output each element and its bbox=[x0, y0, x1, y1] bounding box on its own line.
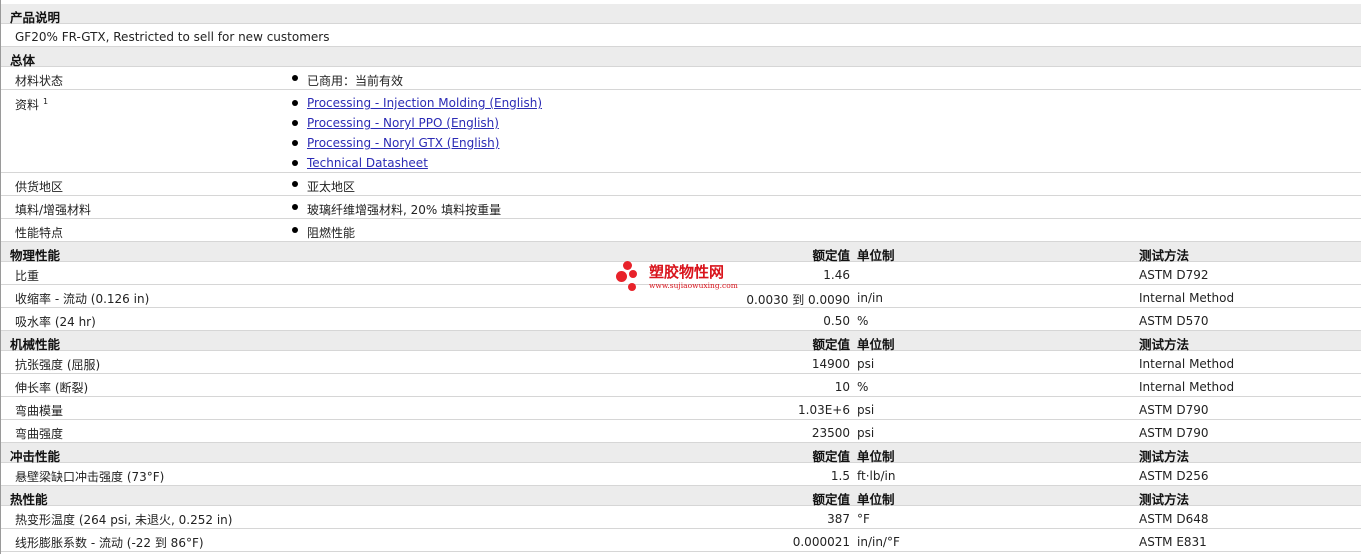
watermark-brand: 塑胶物性网 bbox=[649, 263, 725, 281]
property-value: 0.0030 到 0.0090 bbox=[746, 293, 850, 307]
property-name: 比重 bbox=[15, 269, 40, 283]
property-method: Internal Method bbox=[1139, 291, 1235, 305]
bullet-icon bbox=[292, 100, 298, 106]
availability-value: 亚太地区 bbox=[307, 180, 356, 194]
documents-label: 资料 1 bbox=[15, 97, 49, 112]
property-unit: % bbox=[857, 314, 869, 328]
bullet-icon bbox=[292, 75, 298, 81]
property-method: ASTM D570 bbox=[1139, 314, 1209, 328]
section-header-physical: 物理性能 额定值 单位制 测试方法 bbox=[1, 242, 1361, 263]
logo-dot-icon bbox=[616, 271, 627, 282]
features-row: 性能特点 阻燃性能 bbox=[1, 219, 1361, 242]
property-row: 弯曲强度 23500 psi ASTM D790 bbox=[1, 420, 1361, 443]
property-value: 1.5 bbox=[830, 469, 850, 483]
watermark-logo: 塑胶物性网 www.sujiaowuxing.com bbox=[616, 261, 756, 297]
material-status-label: 材料状态 bbox=[15, 74, 64, 88]
bullet-icon bbox=[292, 160, 298, 166]
watermark-url: www.sujiaowuxing.com bbox=[649, 281, 738, 290]
section-header-product-description: 产品说明 bbox=[1, 4, 1361, 25]
document-link-noryl-ppo[interactable]: Processing - Noryl PPO (English) bbox=[307, 116, 499, 130]
document-link-injection-molding[interactable]: Processing - Injection Molding (English) bbox=[307, 96, 542, 110]
property-row: 抗张强度 (屈服) 14900 psi Internal Method bbox=[1, 351, 1361, 374]
filler-label: 填料/增强材料 bbox=[15, 203, 92, 217]
property-name: 热变形温度 (264 psi, 未退火, 0.252 in) bbox=[15, 513, 233, 527]
documents-row: 资料 1 Processing - Injection Molding (Engl… bbox=[1, 90, 1361, 173]
availability-label: 供货地区 bbox=[15, 180, 64, 194]
property-unit: % bbox=[857, 380, 869, 394]
bullet-icon bbox=[292, 181, 298, 187]
property-unit: in/in bbox=[857, 291, 883, 305]
material-status-row: 材料状态 已商用：当前有效 bbox=[1, 67, 1361, 90]
product-description-row: GF20% FR-GTX, Restricted to sell for new… bbox=[1, 24, 1361, 47]
property-method: ASTM D648 bbox=[1139, 512, 1209, 526]
features-value: 阻燃性能 bbox=[307, 226, 356, 240]
filler-value: 玻璃纤维增强材料, 20% 填料按重量 bbox=[307, 203, 502, 217]
property-unit: psi bbox=[857, 426, 875, 440]
property-value: 1.46 bbox=[823, 268, 850, 282]
property-row: 弯曲模量 1.03E+6 psi ASTM D790 bbox=[1, 397, 1361, 420]
section-header-general: 总体 bbox=[1, 47, 1361, 68]
property-unit: psi bbox=[857, 357, 875, 371]
material-status-value: 已商用：当前有效 bbox=[307, 74, 404, 88]
property-name: 抗张强度 (屈服) bbox=[15, 358, 101, 372]
bullet-icon bbox=[292, 227, 298, 233]
property-method: ASTM D256 bbox=[1139, 469, 1209, 483]
logo-dot-icon bbox=[628, 283, 636, 291]
availability-row: 供货地区 亚太地区 bbox=[1, 173, 1361, 196]
datasheet: 产品说明 GF20% FR-GTX, Restricted to sell fo… bbox=[0, 0, 1361, 554]
property-value: 1.03E+6 bbox=[798, 403, 850, 417]
logo-dot-icon bbox=[629, 270, 637, 278]
property-method: ASTM D790 bbox=[1139, 403, 1209, 417]
property-name: 悬壁梁缺口冲击强度 (73°F) bbox=[15, 470, 165, 484]
property-name: 线形膨胀系数 - 流动 (-22 到 86°F) bbox=[15, 536, 204, 550]
bullet-icon bbox=[292, 120, 298, 126]
property-value: 10 bbox=[834, 380, 850, 394]
features-label: 性能特点 bbox=[15, 226, 64, 240]
property-value: 0.50 bbox=[823, 314, 850, 328]
property-method: ASTM D792 bbox=[1139, 268, 1209, 282]
property-method: Internal Method bbox=[1139, 380, 1235, 394]
filler-row: 填料/增强材料 玻璃纤维增强材料, 20% 填料按重量 bbox=[1, 196, 1361, 219]
property-row: 伸长率 (断裂) 10 % Internal Method bbox=[1, 374, 1361, 397]
logo-dot-icon bbox=[623, 261, 632, 270]
property-name: 收缩率 - 流动 (0.126 in) bbox=[15, 292, 150, 306]
property-value: 387 bbox=[827, 512, 850, 526]
property-row: 吸水率 (24 hr) 0.50 % ASTM D570 bbox=[1, 308, 1361, 331]
property-row: 线形膨胀系数 - 流动 (-22 到 86°F) 0.000021 in/in/… bbox=[1, 529, 1361, 552]
property-unit: in/in/°F bbox=[857, 535, 900, 549]
section-header-mechanical: 机械性能 额定值 单位制 测试方法 bbox=[1, 331, 1361, 352]
product-description-text: GF20% FR-GTX, Restricted to sell for new… bbox=[15, 30, 330, 44]
property-method: Internal Method bbox=[1139, 357, 1235, 371]
bullet-icon bbox=[292, 204, 298, 210]
property-method: ASTM D790 bbox=[1139, 426, 1209, 440]
property-unit: psi bbox=[857, 403, 875, 417]
property-name: 弯曲强度 bbox=[15, 427, 64, 441]
property-unit: °F bbox=[857, 512, 870, 526]
property-name: 弯曲模量 bbox=[15, 404, 64, 418]
document-link-technical-datasheet[interactable]: Technical Datasheet bbox=[307, 156, 428, 170]
property-unit: ft·lb/in bbox=[857, 469, 896, 483]
footnote-marker: 1 bbox=[43, 97, 49, 106]
property-row: 热变形温度 (264 psi, 未退火, 0.252 in) 387 °F AS… bbox=[1, 506, 1361, 529]
bullet-icon bbox=[292, 140, 298, 146]
property-name: 伸长率 (断裂) bbox=[15, 381, 89, 395]
section-header-impact: 冲击性能 额定值 单位制 测试方法 bbox=[1, 443, 1361, 464]
section-header-thermal: 热性能 额定值 单位制 测试方法 bbox=[1, 486, 1361, 507]
property-method: ASTM E831 bbox=[1139, 535, 1207, 549]
property-name: 吸水率 (24 hr) bbox=[15, 315, 96, 329]
property-value: 23500 bbox=[811, 426, 850, 440]
property-value: 14900 bbox=[811, 357, 850, 371]
property-value: 0.000021 bbox=[792, 535, 850, 549]
property-row: 悬壁梁缺口冲击强度 (73°F) 1.5 ft·lb/in ASTM D256 bbox=[1, 463, 1361, 486]
document-link-noryl-gtx[interactable]: Processing - Noryl GTX (English) bbox=[307, 136, 499, 150]
